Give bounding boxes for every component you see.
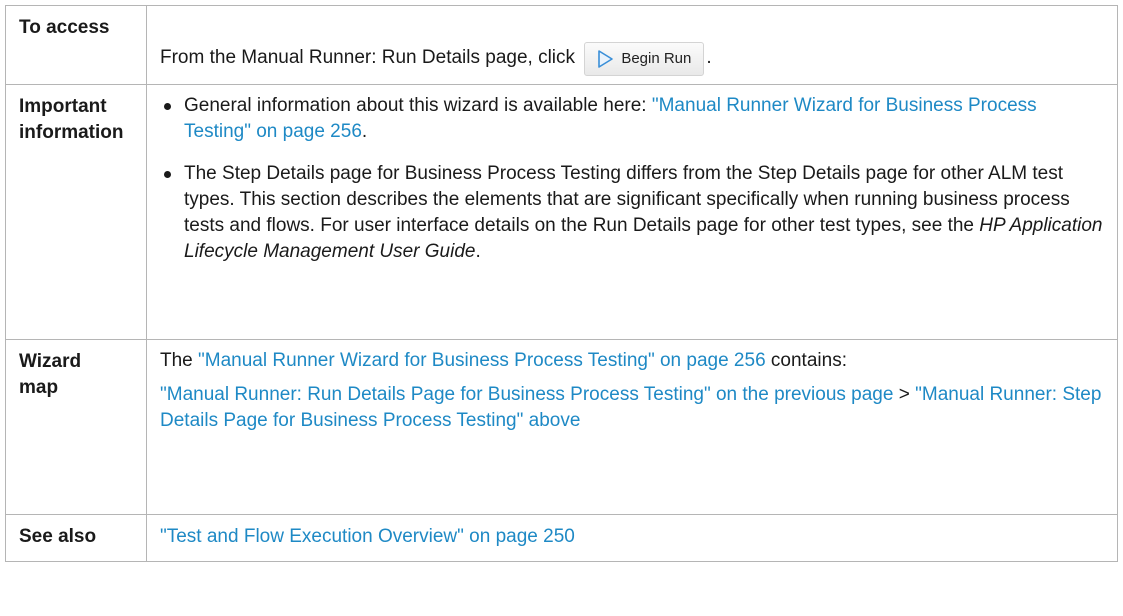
info-table: To access From the Manual Runner: Run De… (5, 5, 1118, 562)
row-label-see-also: See also (5, 514, 147, 562)
wizard-link[interactable]: "Manual Runner Wizard for Business Proce… (198, 350, 766, 371)
label-line-2: information (19, 122, 124, 143)
execution-overview-link[interactable]: "Test and Flow Execution Overview" on pa… (160, 526, 575, 547)
access-text: From the Manual Runner: Run Details page… (160, 47, 576, 68)
row-important-information: Important information General informatio… (5, 84, 1118, 340)
bullet1-end: . (361, 121, 368, 142)
play-icon (598, 50, 614, 68)
intro-the: The (160, 350, 193, 371)
label-text: To access (19, 17, 110, 38)
begin-run-button[interactable]: Begin Run (584, 42, 705, 76)
wizard-path: "Manual Runner: Run Details Page for Bus… (160, 382, 1105, 434)
label-text: See also (19, 526, 97, 547)
row-see-also: See also "Test and Flow Execution Overvi… (5, 514, 1118, 562)
row-body-see-also: "Test and Flow Execution Overview" on pa… (146, 514, 1118, 562)
bullet-list: General information about this wizard is… (160, 93, 1105, 265)
intro-end: contains: (770, 350, 847, 371)
label-line-2: map (19, 377, 59, 398)
row-body-wizard-map: The "Manual Runner Wizard for Business P… (146, 339, 1118, 515)
row-wizard-map: Wizard map The "Manual Runner Wizard for… (5, 339, 1118, 515)
run-details-page-link[interactable]: "Manual Runner: Run Details Page for Bus… (160, 384, 893, 405)
row-body-important: General information about this wizard is… (146, 84, 1118, 340)
bullet-dot-icon (164, 103, 171, 110)
row-label-important: Important information (5, 84, 147, 340)
access-end: . (706, 47, 712, 68)
row-body-to-access: From the Manual Runner: Run Details page… (146, 5, 1118, 85)
path-separator: > (898, 384, 910, 405)
row-label-wizard-map: Wizard map (5, 339, 147, 515)
bullet-item-2: The Step Details page for Business Proce… (160, 161, 1105, 265)
bullet2-end: . (475, 241, 481, 262)
row-to-access: To access From the Manual Runner: Run De… (5, 5, 1118, 85)
bullet2-text: The Step Details page for Business Proce… (184, 163, 1070, 236)
label-line-1: Important (19, 96, 107, 117)
wizard-intro: The "Manual Runner Wizard for Business P… (160, 348, 1105, 374)
bullet-dot-icon (164, 171, 171, 178)
row-label-to-access: To access (5, 5, 147, 85)
bullet1-text: General information about this wizard is… (184, 95, 647, 116)
label-line-1: Wizard (19, 351, 82, 372)
bullet-item-1: General information about this wizard is… (160, 93, 1105, 145)
begin-run-label: Begin Run (621, 50, 692, 67)
